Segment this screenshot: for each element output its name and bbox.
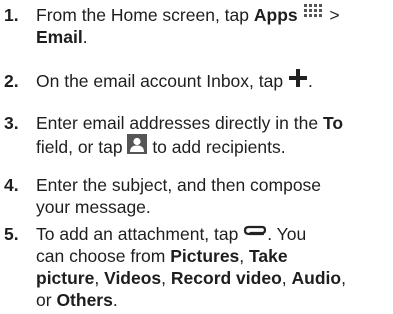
step-text: Enter the subject, and then compose your… [36, 174, 391, 218]
step-text-part: To add an attachment, tap [36, 224, 244, 244]
step-text-part: . [82, 27, 88, 47]
step-text-part: > [324, 5, 340, 25]
step-number: 3. [4, 113, 19, 133]
step-number: 1. [4, 5, 19, 25]
email-label: Email [36, 27, 83, 47]
step-number: 2. [4, 71, 19, 91]
step-number: 5. [4, 224, 19, 244]
step-text-part: can choose from [36, 246, 171, 266]
option-others: Others [56, 290, 113, 310]
step-text: On the email account Inbox, tap . [36, 68, 391, 93]
step-text-part: On the email account Inbox, tap [36, 71, 288, 92]
option-audio: Audio [291, 268, 342, 288]
step-text-part: your message. [36, 197, 151, 217]
step-text-part: , [281, 268, 292, 288]
step-text-part: , [94, 268, 105, 288]
option-picture: picture [36, 268, 95, 288]
contact-icon [127, 134, 148, 159]
step-text-part: Enter email addresses directly in the [36, 113, 323, 133]
step-text-part: , [161, 268, 171, 288]
step-text-part: , [239, 246, 250, 266]
step-text-part: From the Home screen, tap [36, 5, 254, 25]
step-text: Enter email addresses directly in the To… [36, 112, 391, 158]
step-text-part: field, or tap [36, 137, 128, 158]
plus-icon [288, 68, 308, 93]
to-label: To [322, 113, 344, 133]
apps-grid-icon [303, 3, 325, 26]
option-pictures: Pictures [170, 246, 240, 266]
apps-label: Apps [253, 5, 298, 25]
step-text-part: . [307, 71, 313, 92]
step-text: From the Home screen, tap Apps > Email. [36, 3, 391, 48]
step-text-part: to add recipients. [147, 137, 286, 158]
paperclip-icon [243, 222, 267, 244]
option-videos: Videos [104, 268, 162, 288]
step-text-part: . You [267, 224, 307, 244]
step-number: 4. [4, 175, 19, 195]
option-take: Take [249, 246, 288, 266]
option-record-video: Record video [170, 268, 282, 288]
step-text-part: Enter the subject, and then compose [36, 175, 322, 195]
step-text-part: . [112, 290, 118, 310]
step-text: To add an attachment, tap . You can choo… [36, 223, 391, 311]
step-text-part: or [36, 290, 57, 310]
step-text-part: , [341, 268, 346, 288]
